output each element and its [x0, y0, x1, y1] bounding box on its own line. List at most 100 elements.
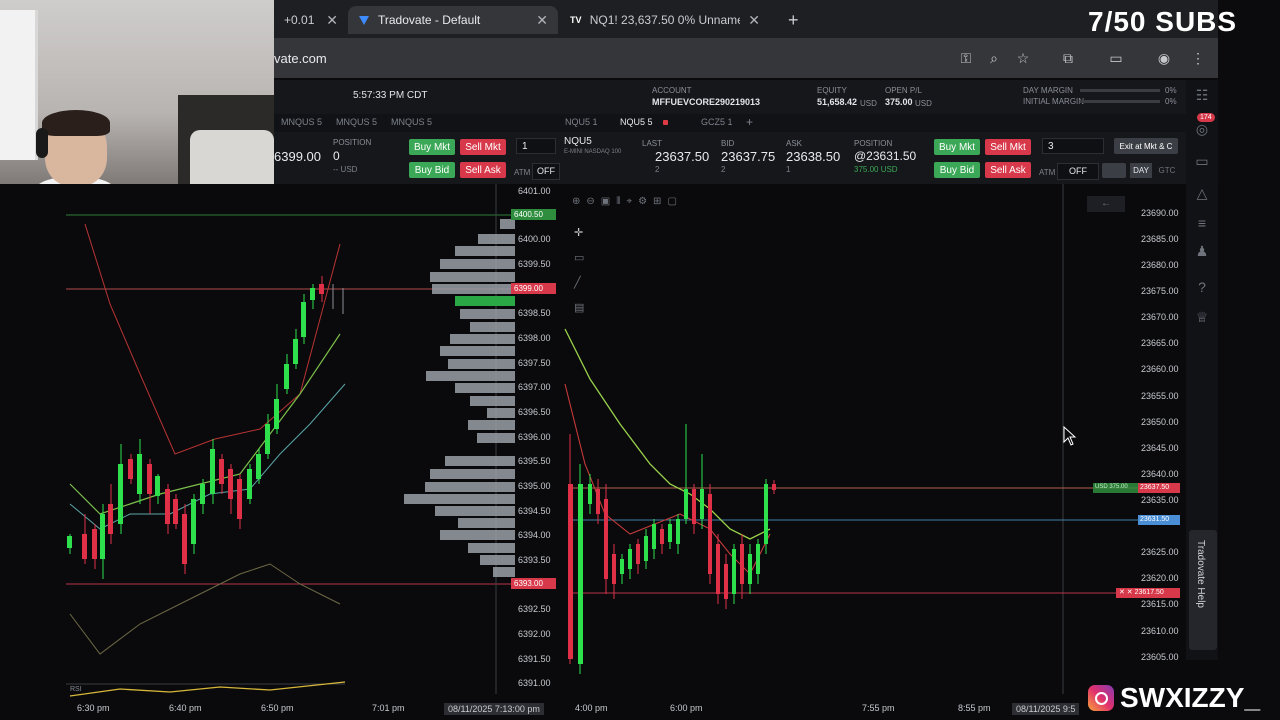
new-tab-button[interactable]: + — [778, 6, 802, 34]
right-position-pl: 375.00 USD — [854, 165, 898, 174]
tab-nqu5-1[interactable]: NQU5 1 — [565, 117, 598, 127]
ruler-tool-icon[interactable]: ▭ — [574, 251, 584, 264]
close-tab-icon[interactable]: ✕ — [748, 12, 760, 29]
y-label: 6396.50 — [518, 407, 551, 417]
left-qty-input[interactable]: 1 — [516, 138, 556, 154]
left-x-label: 6:50 pm — [261, 703, 294, 713]
scroll-to-latest-icon[interactable]: ← — [1087, 196, 1125, 212]
browser-tab-tradingview[interactable]: TV NQ1! 23,637.50 0% Unname ✕ — [560, 6, 770, 34]
right-qty-input[interactable]: 3 — [1042, 138, 1104, 154]
y-label: 23615.00 — [1141, 599, 1179, 609]
sliders-icon[interactable]: ☷ — [1193, 86, 1211, 104]
last-label: LAST — [642, 139, 663, 148]
timeframe-icon[interactable]: ▣ — [601, 196, 610, 207]
menu-kebab-icon[interactable]: ⋮ — [1189, 49, 1207, 67]
account-selector[interactable]: MFFUEVCORE290219013 — [652, 97, 760, 107]
y-label: 23640.00 — [1141, 469, 1179, 479]
y-label: 6392.50 — [518, 604, 551, 614]
y-label: 23675.00 — [1141, 286, 1179, 296]
browser-tab-bar: +0.01 ✕ Tradovate - Default ✕ TV NQ1! 23… — [274, 0, 1218, 38]
extensions-icon[interactable]: ⧉ — [1059, 49, 1077, 67]
right-price-tag-current: 23637.50 — [1140, 484, 1170, 491]
left-atm-toggle[interactable]: OFF — [532, 163, 560, 180]
left-sell-ask-button[interactable]: Sell Ask — [460, 162, 506, 178]
subs-counter: 7/50 SUBS — [1088, 6, 1238, 37]
tif-gtc-button[interactable]: GTC — [1156, 163, 1178, 178]
right-sell-mkt-button[interactable]: Sell Mkt — [985, 139, 1031, 155]
zoom-out-icon[interactable]: ⊖ — [586, 196, 594, 207]
right-buy-mkt-button[interactable]: Buy Mkt — [934, 139, 980, 155]
profile-avatar-icon[interactable]: ◉ — [1155, 49, 1173, 67]
order-entry-bar: 6399.00 POSITION 0 -- USD Buy Mkt Sell M… — [274, 132, 1218, 185]
bookmark-star-icon[interactable]: ☆ — [1014, 49, 1032, 67]
right-atm-toggle[interactable]: OFF — [1057, 163, 1099, 180]
cast-icon[interactable]: ▭ — [1107, 49, 1125, 67]
close-tab-icon[interactable]: ✕ — [536, 12, 548, 29]
left-sell-mkt-button[interactable]: Sell Mkt — [460, 139, 506, 155]
left-price-chart[interactable]: 6400.50 6399.00 6393.00 RSI — [0, 184, 560, 720]
password-key-icon[interactable]: ⚿ — [957, 49, 975, 67]
line-tool-icon[interactable]: ╱ — [574, 276, 584, 289]
instagram-icon — [1088, 685, 1114, 711]
y-label: 6400.00 — [518, 234, 551, 244]
left-price-tag-bottom: 6393.00 — [514, 579, 543, 588]
right-crosshair-date: 08/11/2025 9:5 — [1012, 703, 1080, 715]
trophy-icon[interactable]: ♕ — [1193, 308, 1211, 326]
right-sell-ask-button[interactable]: Sell Ask — [985, 162, 1031, 178]
help-tab[interactable]: Tradovate Help — [1189, 530, 1217, 650]
alerts-icon[interactable]: ◎ — [1193, 120, 1211, 138]
tab-mnqus-2[interactable]: MNQUS 5 — [336, 117, 377, 127]
tif-day-button[interactable]: DAY — [1130, 163, 1152, 178]
lock-tool-icon[interactable]: ▤ — [574, 301, 584, 314]
zoom-icon[interactable]: ⌕ — [985, 49, 1003, 67]
candle-type-icon[interactable]: ⫴ — [616, 196, 620, 207]
left-buy-mkt-button[interactable]: Buy Mkt — [409, 139, 455, 155]
last-price: 23637.50 — [655, 149, 710, 164]
crosshair-tool-icon[interactable]: ✛ — [574, 226, 584, 239]
tab-mnqus-3[interactable]: MNQUS 5 — [391, 117, 432, 127]
y-label: 23635.00 — [1141, 495, 1179, 505]
y-label: 23625.00 — [1141, 547, 1179, 557]
right-buy-bid-button[interactable]: Buy Bid — [934, 162, 980, 178]
warning-icon[interactable]: △ — [1193, 184, 1211, 202]
indicators-icon[interactable]: ⊞ — [653, 196, 661, 207]
y-label: 6398.00 — [518, 333, 551, 343]
right-price-tag-entry: 23631.50 — [1140, 516, 1170, 523]
new-tab-label: + — [788, 9, 799, 30]
template-icon[interactable]: ▢ — [667, 196, 676, 207]
tab-nqu5-5[interactable]: NQU5 5 — [620, 117, 653, 127]
right-price-chart[interactable]: ⊕ ⊖ ▣ ⫴ ⌖ ⚙ ⊞ ▢ ✛ ▭ ╱ ▤ ← USD 375.00 236… — [560, 184, 1220, 720]
settings-icon[interactable]: ⚙ — [638, 196, 647, 207]
browser-tab-tradovate[interactable]: Tradovate - Default ✕ — [348, 6, 558, 34]
last-size: 2 — [655, 165, 660, 174]
ask-price: 23638.50 — [786, 149, 841, 164]
account-header: 5:57:33 PM CDT ACCOUNT MFFUEVCORE2902190… — [274, 80, 1218, 115]
exit-at-mkt-button[interactable]: Exit at Mkt & C — [1114, 138, 1178, 154]
right-symbol-description: E-MINI NASDAQ 100 — [564, 149, 622, 155]
right-symbol[interactable]: NQU5 — [564, 136, 592, 147]
help-tab-label: Tradovate Help — [1195, 540, 1206, 608]
crosshair-mode-icon[interactable]: ⌖ — [626, 196, 632, 207]
y-label: 23655.00 — [1141, 391, 1179, 401]
left-atm-label: ATM — [514, 168, 531, 177]
close-tab-icon[interactable]: ✕ — [326, 12, 338, 29]
add-panel-tab-icon[interactable]: + — [746, 115, 753, 129]
browser-tab-1[interactable]: +0.01 ✕ — [274, 6, 348, 34]
y-label: 6397.50 — [518, 358, 551, 368]
list-icon[interactable]: ≡ — [1193, 214, 1211, 232]
stop-price: 23617.50 — [1134, 589, 1164, 596]
left-buy-bid-button[interactable]: Buy Bid — [409, 162, 455, 178]
community-icon[interactable]: ♟ — [1193, 242, 1211, 260]
y-label: 6393.50 — [518, 555, 551, 565]
chat-icon[interactable]: ▭ — [1193, 152, 1211, 170]
y-label: 23650.00 — [1141, 417, 1179, 427]
help-circle-icon[interactable]: ? — [1193, 278, 1211, 296]
left-x-label: 6:30 pm — [77, 703, 110, 713]
zoom-in-icon[interactable]: ⊕ — [572, 196, 580, 207]
y-label: 23620.00 — [1141, 573, 1179, 583]
stop-order-tag[interactable]: ✕ ✕ 23617.50 — [1119, 588, 1164, 596]
tab-gcz5-1[interactable]: GCZ5 1 — [701, 117, 733, 127]
panel-tabs-row: MNQUS 5 MNQUS 5 MNQUS 5 NQU5 1 NQU5 5 GC… — [274, 114, 1218, 132]
tab-mnqus-1[interactable]: MNQUS 5 — [281, 117, 322, 127]
ask-size: 1 — [786, 165, 791, 174]
